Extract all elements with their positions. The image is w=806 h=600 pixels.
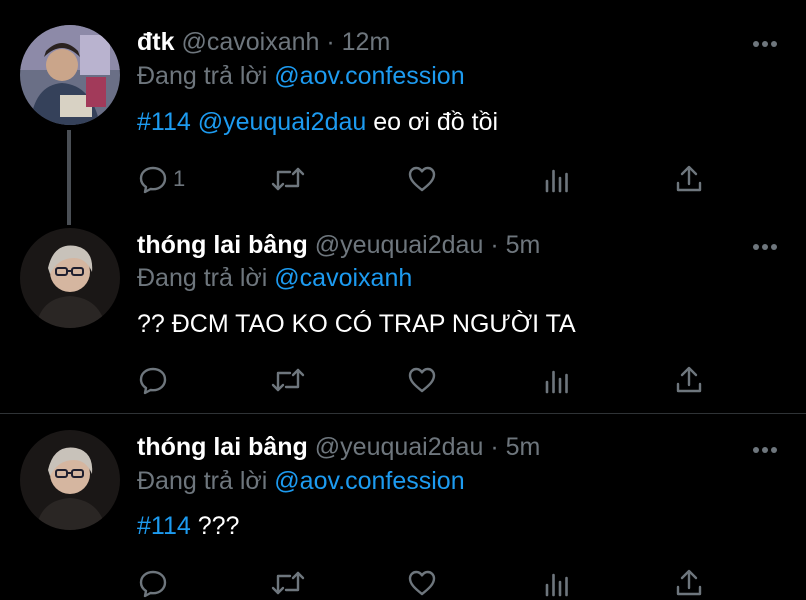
like-heart-icon — [408, 570, 436, 596]
replying-to-label: Đang trả lời — [137, 467, 268, 495]
display-name[interactable]: thóng lai bâng — [137, 231, 308, 259]
retweet-icon — [271, 167, 305, 191]
retweet-button[interactable] — [270, 566, 306, 600]
user-avatar-icon — [20, 430, 120, 530]
tweet-body: eo ơi đồ tồi — [373, 108, 499, 136]
tweet[interactable]: đtk @cavoixanh · 12m Đang trả lời @aov.c… — [0, 0, 806, 225]
replying-to-line: Đang trả lời @aov.confession — [137, 61, 465, 91]
avatar[interactable] — [20, 25, 120, 125]
timestamp[interactable]: 12m — [342, 28, 391, 56]
reply-icon — [139, 166, 167, 194]
reply-count: 1 — [173, 166, 186, 191]
display-name[interactable]: thóng lai bâng — [137, 433, 308, 461]
share-button[interactable] — [673, 566, 705, 600]
replying-to-mention[interactable]: @cavoixanh — [274, 264, 412, 292]
like-heart-icon — [408, 166, 436, 192]
more-options-button[interactable] — [752, 442, 778, 453]
share-icon — [676, 569, 702, 596]
replying-to-line: Đang trả lời @cavoixanh — [137, 263, 412, 293]
tweet-text: #114 @yeuquai2dau eo ơi đồ tồi — [137, 107, 498, 137]
username-handle[interactable]: @yeuquai2dau — [315, 231, 484, 259]
tweet-body: ?? ĐCM TAO KO CÓ TRAP NGƯỜI TA — [137, 310, 576, 338]
tweet-text: #114 ??? — [137, 511, 239, 541]
share-icon — [676, 366, 702, 393]
tweet[interactable]: thóng lai bâng @yeuquai2dau · 5m Đang tr… — [0, 414, 806, 600]
retweet-icon — [271, 368, 305, 392]
share-icon — [676, 165, 702, 192]
separator-dot: · — [326, 28, 335, 56]
tweet-header: thóng lai bâng @yeuquai2dau · 5m — [137, 432, 540, 462]
retweet-button[interactable] — [270, 162, 306, 196]
tweet-actions: 1 — [137, 162, 717, 196]
replying-to-mention[interactable]: @aov.confession — [274, 467, 464, 495]
tweet-actions — [137, 363, 717, 397]
replying-to-label: Đang trả lời — [137, 264, 268, 292]
avatar[interactable] — [20, 430, 120, 530]
replying-to-line: Đang trả lời @aov.confession — [137, 466, 465, 496]
hashtag-link[interactable]: #114 — [137, 108, 191, 136]
retweet-button[interactable] — [270, 363, 306, 397]
more-dots-icon — [753, 244, 777, 250]
retweet-icon — [271, 571, 305, 595]
tweet-body: ??? — [197, 512, 240, 540]
timestamp[interactable]: 5m — [506, 433, 541, 461]
tweet-header: thóng lai bâng @yeuquai2dau · 5m — [137, 230, 540, 260]
more-options-button[interactable] — [752, 36, 778, 47]
like-button[interactable] — [406, 162, 438, 196]
user-avatar-icon — [20, 25, 120, 125]
username-handle[interactable]: @yeuquai2dau — [315, 433, 484, 461]
separator-dot: · — [490, 231, 499, 259]
share-button[interactable] — [673, 162, 705, 196]
display-name[interactable]: đtk — [137, 28, 175, 56]
reply-icon — [139, 570, 167, 598]
replying-to-label: Đang trả lời — [137, 62, 268, 90]
timestamp[interactable]: 5m — [506, 231, 541, 259]
analytics-icon — [545, 573, 568, 597]
tweet-text: ?? ĐCM TAO KO CÓ TRAP NGƯỜI TA — [137, 309, 576, 339]
analytics-icon — [545, 370, 568, 394]
analytics-button[interactable] — [541, 162, 573, 196]
more-dots-icon — [753, 447, 777, 453]
reply-button[interactable] — [137, 566, 169, 600]
hashtag-link[interactable]: #114 — [137, 512, 191, 540]
replying-to-mention[interactable]: @aov.confession — [274, 62, 464, 90]
mention-link[interactable]: @yeuquai2dau — [198, 108, 367, 136]
analytics-icon — [545, 169, 568, 193]
more-options-button[interactable] — [752, 239, 778, 250]
separator-dot: · — [490, 433, 499, 461]
username-handle[interactable]: @cavoixanh — [181, 28, 319, 56]
tweet-actions — [137, 566, 717, 600]
share-button[interactable] — [673, 363, 705, 397]
user-avatar-icon — [20, 228, 120, 328]
more-dots-icon — [753, 41, 777, 47]
like-heart-icon — [408, 367, 436, 393]
tweet-header: đtk @cavoixanh · 12m — [137, 27, 390, 57]
like-button[interactable] — [406, 363, 438, 397]
tweet[interactable]: thóng lai bâng @yeuquai2dau · 5m Đang tr… — [0, 225, 806, 413]
thread-connector-line — [67, 130, 71, 225]
like-button[interactable] — [406, 566, 438, 600]
reply-icon — [139, 367, 167, 395]
reply-button[interactable] — [137, 363, 169, 397]
avatar[interactable] — [20, 228, 120, 328]
reply-button[interactable]: 1 — [137, 162, 185, 196]
analytics-button[interactable] — [541, 363, 573, 397]
analytics-button[interactable] — [541, 566, 573, 600]
